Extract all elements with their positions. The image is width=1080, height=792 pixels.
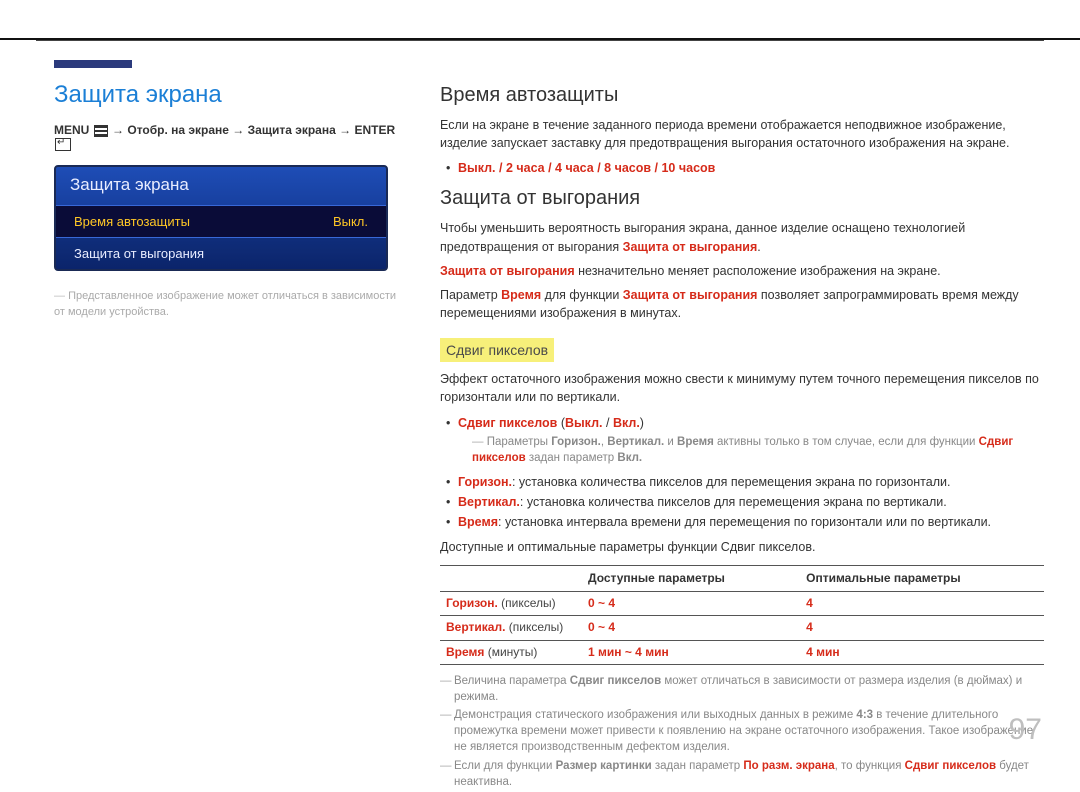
- osd-row-burn-protect[interactable]: Защита от выгорания: [56, 238, 386, 269]
- bullet-horizon: Горизон.: установка количества пикселов …: [458, 472, 1044, 492]
- menu-breadcrumb: MENU → Отобр. на экране → Защита экрана …: [54, 123, 410, 151]
- enter-icon: [55, 138, 71, 151]
- burn-protection-p3: Параметр Время для функции Защита от выг…: [440, 286, 1044, 322]
- menu-icon: [94, 125, 108, 137]
- page-number: 97: [1009, 713, 1042, 747]
- pixel-shift-option: Сдвиг пикселов (Выкл. / Вкл.) Параметры …: [458, 413, 1044, 472]
- burn-protection-p2: Защита от выгорания незначительно меняет…: [440, 262, 1044, 280]
- osd-row-auto-time[interactable]: Время автозащиты Выкл.: [56, 205, 386, 238]
- bullet-time: Время: установка интервала времени для п…: [458, 512, 1044, 532]
- table-row: Горизон. (пикселы) 0 ~ 4 4: [440, 591, 1044, 615]
- pixel-shift-params-table: Доступные параметры Оптимальные параметр…: [440, 565, 1044, 666]
- table-row: Вертикал. (пикселы) 0 ~ 4 4: [440, 616, 1044, 640]
- osd-header: Защита экрана: [56, 167, 386, 205]
- col-available: Доступные параметры: [582, 565, 800, 591]
- pixel-shift-subnote: Параметры Горизон., Вертикал. и Время ак…: [472, 434, 1044, 467]
- footnotes: Величина параметра Сдвиг пикселов может …: [440, 673, 1044, 790]
- table-row: Время (минуты) 1 мин ~ 4 мин 4 мин: [440, 640, 1044, 664]
- bullet-vertical: Вертикал.: установка количества пикселов…: [458, 492, 1044, 512]
- pixel-shift-desc: Эффект остаточного изображения можно све…: [440, 370, 1044, 406]
- heading-burn-protection: Защита от выгорания: [440, 184, 1044, 213]
- auto-protection-options: Выкл. / 2 часа / 4 часа / 8 часов / 10 ч…: [458, 161, 715, 175]
- burn-protection-p1: Чтобы уменьшить вероятность выгорания эк…: [440, 219, 1044, 255]
- heading-pixel-shift: Сдвиг пикселов: [440, 338, 554, 362]
- osd-panel: Защита экрана Время автозащиты Выкл. Защ…: [54, 165, 388, 271]
- page-title: Защита экрана: [54, 81, 410, 109]
- col-optimal: Оптимальные параметры: [800, 565, 1044, 591]
- image-disclaimer: Представленное изображение может отличат…: [54, 289, 410, 320]
- auto-protection-desc: Если на экране в течение заданного перио…: [440, 116, 1044, 152]
- heading-auto-protection-time: Время автозащиты: [440, 81, 1044, 110]
- table-caption: Доступные и оптимальные параметры функци…: [440, 538, 1044, 556]
